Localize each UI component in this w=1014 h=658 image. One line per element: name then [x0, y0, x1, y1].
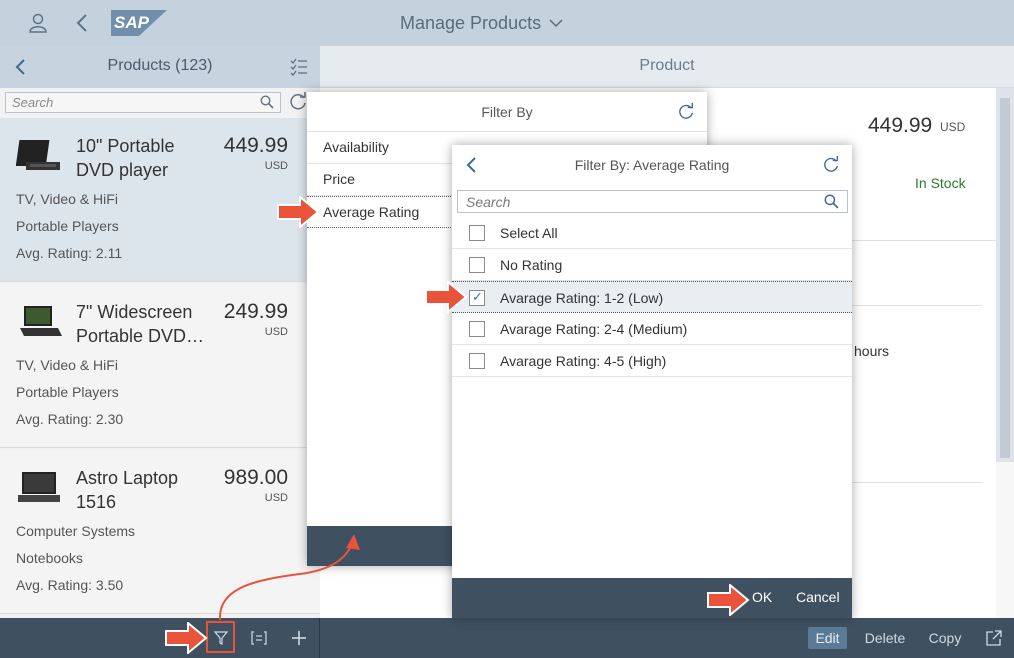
- tutorial-arrow-icon: [707, 584, 750, 616]
- delete-button[interactable]: Delete: [860, 627, 910, 649]
- option-label: Select All: [500, 225, 558, 241]
- product-name: 10" Portable DVD player: [76, 136, 175, 180]
- product-rating: Avg. Rating: 3.50: [16, 577, 124, 593]
- product-category: TV, Video & HiFi: [16, 357, 118, 373]
- checkbox[interactable]: [469, 289, 485, 306]
- product-currency: USD: [264, 160, 288, 172]
- product-name: Astro Laptop 1516: [76, 468, 179, 512]
- product-category: Computer Systems: [16, 523, 136, 539]
- cancel-button[interactable]: Cancel: [796, 589, 840, 605]
- detail-header: Product: [320, 46, 1014, 88]
- curved-arrow-icon: [218, 534, 360, 621]
- sap-logo: SAP: [111, 10, 167, 36]
- detail-currency: USD: [940, 120, 966, 134]
- shell-bar: SAP Manage Products: [0, 0, 1014, 46]
- option-rating-low[interactable]: Avarage Rating: 1-2 (Low): [452, 281, 852, 313]
- product-rating: Avg. Rating: 2.11: [16, 245, 123, 261]
- product-image: [16, 468, 64, 508]
- search-icon[interactable]: [260, 95, 274, 114]
- checkbox[interactable]: [469, 257, 485, 273]
- refresh-icon[interactable]: [677, 103, 695, 126]
- product-rating: Avg. Rating: 2.30: [16, 411, 124, 427]
- back-icon[interactable]: [68, 9, 96, 37]
- detail-text: hours: [854, 343, 890, 359]
- product-currency: USD: [264, 492, 288, 504]
- share-icon[interactable]: [984, 627, 1004, 649]
- product-name: 7" Widescreen Portable DVD…: [76, 302, 205, 346]
- list-item[interactable]: 10" Portable DVD player 449.99 USD TV, V…: [0, 118, 320, 282]
- option-select-all[interactable]: Select All: [452, 217, 852, 249]
- scrollbar-thumb[interactable]: [1000, 98, 1010, 458]
- option-label: Avarage Rating: 4-5 (High): [500, 353, 667, 369]
- dialog-title: Filter By: [481, 104, 533, 120]
- chevron-down-icon: [549, 18, 563, 27]
- app-title[interactable]: Manage Products: [400, 10, 563, 36]
- list-item[interactable]: 7" Widescreen Portable DVD… 249.99 USD T…: [0, 284, 320, 448]
- refresh-icon[interactable]: [288, 92, 308, 117]
- rating-search-field[interactable]: Search: [457, 190, 848, 213]
- footer-divider: [319, 618, 320, 658]
- checkbox[interactable]: [469, 225, 485, 241]
- edit-button[interactable]: Edit: [808, 627, 847, 649]
- product-image: [16, 302, 64, 342]
- dialog-title: Filter By: Average Rating: [574, 157, 730, 173]
- user-icon[interactable]: [24, 9, 52, 37]
- detail-price: 449.99: [868, 114, 933, 137]
- option-label: Avarage Rating: 1-2 (Low): [500, 290, 664, 306]
- master-search-field[interactable]: Search: [5, 92, 281, 113]
- refresh-icon[interactable]: [822, 156, 840, 179]
- average-rating-dialog: Filter By: Average Rating Search Select …: [452, 145, 852, 618]
- tutorial-arrow-icon: [165, 622, 208, 654]
- dialog-header: Filter By: [307, 92, 707, 132]
- copy-button[interactable]: Copy: [924, 627, 966, 649]
- tutorial-arrow-icon: [277, 196, 320, 228]
- product-category: TV, Video & HiFi: [16, 191, 118, 207]
- add-icon[interactable]: [288, 627, 310, 649]
- footer-toolbar: Edit Delete Copy: [0, 618, 1014, 658]
- option-no-rating[interactable]: No Rating: [452, 249, 852, 281]
- master-header: Products (123): [0, 46, 320, 88]
- product-currency: USD: [264, 326, 288, 338]
- filter-highlight: [206, 621, 235, 653]
- group-icon[interactable]: [248, 627, 270, 649]
- multi-select-icon[interactable]: [290, 58, 308, 76]
- search-placeholder: Search: [466, 194, 511, 210]
- option-rating-high[interactable]: Avarage Rating: 4-5 (High): [452, 345, 852, 377]
- product-subcategory: Portable Players: [16, 384, 119, 400]
- checkbox[interactable]: [469, 321, 485, 337]
- tutorial-arrow-icon: [425, 281, 468, 313]
- product-price: 989.00: [223, 466, 288, 489]
- option-rating-medium[interactable]: Avarage Rating: 2-4 (Medium): [452, 313, 852, 345]
- checkbox[interactable]: [469, 353, 485, 369]
- option-label: Avarage Rating: 2-4 (Medium): [500, 321, 688, 337]
- product-subcategory: Portable Players: [16, 218, 119, 234]
- scrollbar[interactable]: [996, 88, 1014, 462]
- search-icon[interactable]: [824, 194, 839, 214]
- search-placeholder: Search: [12, 95, 54, 110]
- ok-button[interactable]: OK: [752, 589, 772, 605]
- dialog-header: Filter By: Average Rating: [452, 145, 852, 185]
- app-title-text: Manage Products: [400, 12, 542, 33]
- stock-status: In Stock: [915, 175, 966, 191]
- product-price: 449.99: [223, 134, 288, 157]
- product-price: 249.99: [223, 300, 288, 323]
- dialog-footer: OK Cancel: [452, 578, 852, 618]
- master-title: Products (123): [107, 57, 213, 74]
- product-image: [15, 136, 64, 176]
- detail-title: Product: [639, 57, 695, 74]
- option-label: No Rating: [500, 257, 563, 273]
- product-subcategory: Notebooks: [16, 550, 83, 566]
